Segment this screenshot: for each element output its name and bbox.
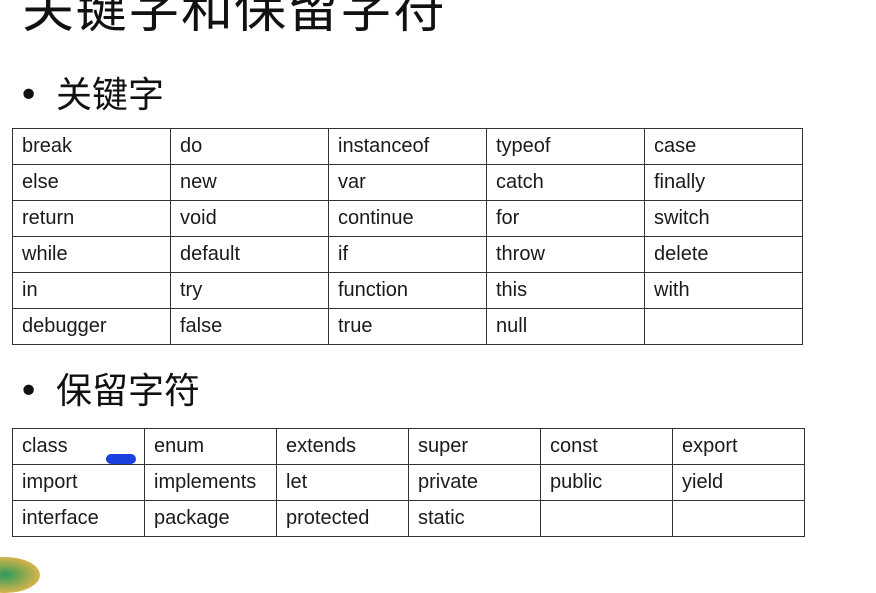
table-row: interface package protected static — [12, 500, 805, 537]
table-cell: enum — [144, 428, 277, 465]
table-cell — [644, 308, 803, 345]
table-cell: while — [12, 236, 171, 273]
table-cell: catch — [486, 164, 645, 201]
table-cell: try — [170, 272, 329, 309]
reserved-heading-label: 保留字符 — [56, 371, 201, 412]
table-cell: private — [408, 464, 541, 501]
reserved-heading: • 保留字符 — [18, 370, 200, 414]
table-cell: debugger — [12, 308, 171, 345]
table-cell: new — [170, 164, 329, 201]
table-cell: let — [276, 464, 409, 501]
table-cell: return — [12, 200, 171, 237]
table-row: return void continue for switch — [12, 200, 803, 237]
table-cell: throw — [486, 236, 645, 273]
table-cell: break — [12, 128, 171, 165]
slide-title: 关键字和保留字符 — [22, 0, 447, 40]
bullet-dot: • — [18, 75, 40, 116]
table-cell: delete — [644, 236, 803, 273]
table-cell: package — [144, 500, 277, 537]
table-cell: extends — [276, 428, 409, 465]
table-cell: super — [408, 428, 541, 465]
table-row: in try function this with — [12, 272, 803, 309]
table-cell: false — [170, 308, 329, 345]
table-cell: function — [328, 272, 487, 309]
keywords-table: break do instanceof typeof case else new var cat… — [12, 128, 803, 345]
table-cell: true — [328, 308, 487, 345]
table-cell: const — [540, 428, 673, 465]
table-cell: continue — [328, 200, 487, 237]
table-cell: var — [328, 164, 487, 201]
table-cell: protected — [276, 500, 409, 537]
table-cell: case — [644, 128, 803, 165]
pen-annotation-mark — [106, 454, 136, 464]
table-cell: void — [170, 200, 329, 237]
table-cell: finally — [644, 164, 803, 201]
table-cell: null — [486, 308, 645, 345]
table-cell: with — [644, 272, 803, 309]
table-cell: interface — [12, 500, 145, 537]
bullet-dot: • — [18, 371, 40, 412]
table-cell: this — [486, 272, 645, 309]
table-row: else new var catch finally — [12, 164, 803, 201]
table-cell: import — [12, 464, 145, 501]
table-cell: public — [540, 464, 673, 501]
table-row: debugger false true null — [12, 308, 803, 345]
table-cell: export — [672, 428, 805, 465]
table-cell: for — [486, 200, 645, 237]
table-row: import implements let private public yield — [12, 464, 805, 501]
table-row: while default if throw delete — [12, 236, 803, 273]
table-cell: if — [328, 236, 487, 273]
table-cell: switch — [644, 200, 803, 237]
table-cell — [672, 500, 805, 537]
table-cell: implements — [144, 464, 277, 501]
table-cell: in — [12, 272, 171, 309]
table-cell — [540, 500, 673, 537]
corner-decoration — [0, 557, 40, 593]
table-row: break do instanceof typeof case — [12, 128, 803, 165]
table-cell: default — [170, 236, 329, 273]
table-cell: typeof — [486, 128, 645, 165]
keywords-heading-label: 关键字 — [56, 75, 165, 116]
reserved-table: class enum extends super const export import im… — [12, 428, 805, 537]
table-cell: do — [170, 128, 329, 165]
keywords-heading: • 关键字 — [18, 74, 164, 118]
table-cell: instanceof — [328, 128, 487, 165]
table-cell: else — [12, 164, 171, 201]
table-cell: yield — [672, 464, 805, 501]
table-cell: static — [408, 500, 541, 537]
